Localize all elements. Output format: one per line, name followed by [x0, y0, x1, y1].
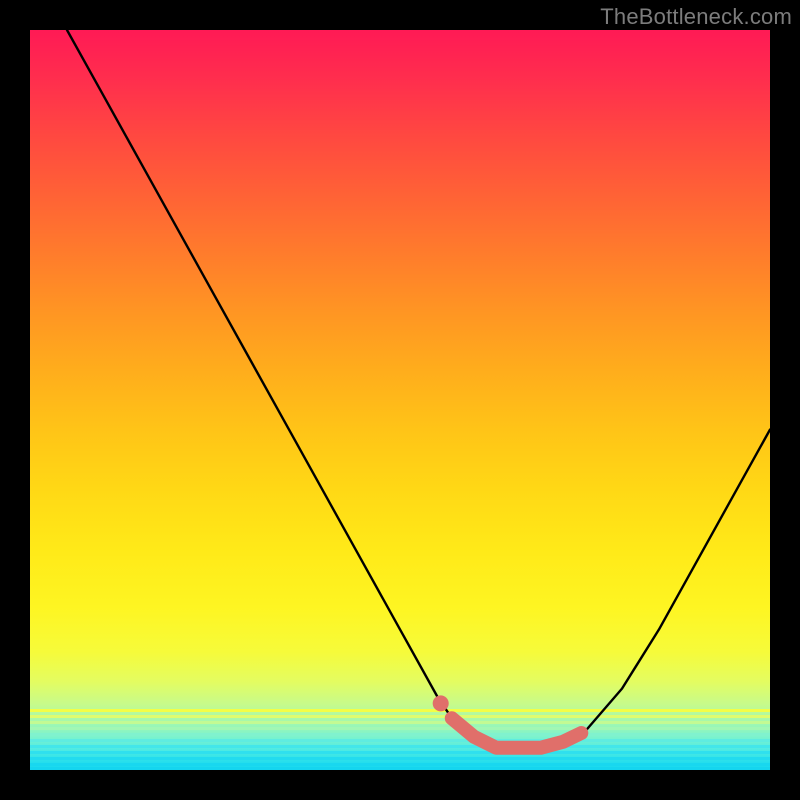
plot-area	[30, 30, 770, 770]
curve-svg	[30, 30, 770, 770]
highlight-segment	[433, 695, 582, 747]
watermark-text: TheBottleneck.com	[600, 4, 792, 30]
chart-frame: TheBottleneck.com	[0, 0, 800, 800]
main-curve	[67, 30, 770, 748]
